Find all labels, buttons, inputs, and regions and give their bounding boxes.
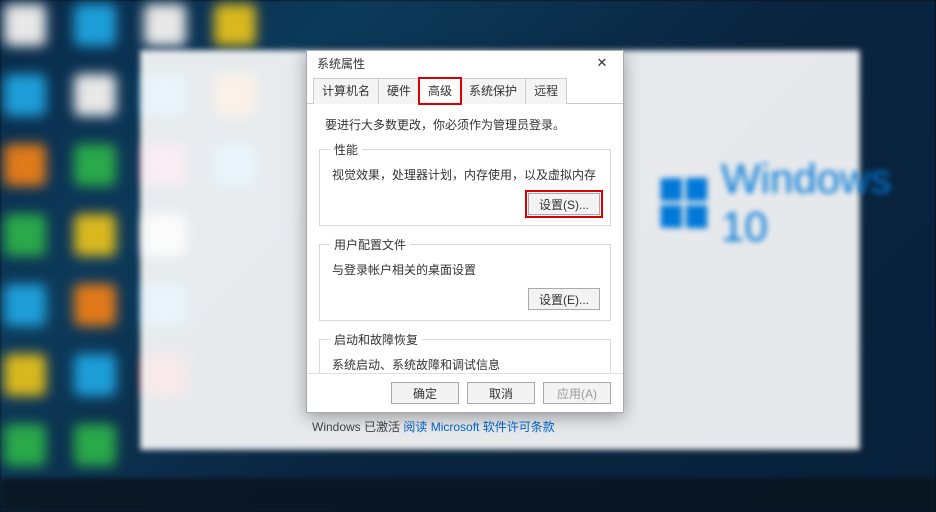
user-profiles-group: 用户配置文件 与登录帐户相关的桌面设置 设置(E)...: [319, 236, 611, 321]
dialog-content: 要进行大多数更改，你必须作为管理员登录。 性能 视觉效果，处理器计划，内存使用，…: [307, 104, 623, 373]
cancel-button[interactable]: 取消: [467, 382, 535, 404]
startup-recovery-group: 启动和故障恢复 系统启动、系统故障和调试信息 设置(T)...: [319, 331, 611, 373]
performance-legend: 性能: [330, 141, 362, 158]
windows-logo: Windows 10: [660, 155, 936, 251]
tab-remote[interactable]: 远程: [525, 78, 567, 104]
apply-button: 应用(A): [543, 382, 611, 404]
startup-recovery-legend: 启动和故障恢复: [330, 331, 422, 348]
tab-hardware[interactable]: 硬件: [378, 78, 420, 104]
activation-prefix: Windows 已激活: [312, 420, 403, 434]
performance-settings-button[interactable]: 设置(S)...: [528, 193, 600, 215]
tab-advanced[interactable]: 高级: [419, 78, 461, 104]
performance-desc: 视觉效果，处理器计划，内存使用，以及虚拟内存: [332, 166, 600, 183]
system-properties-dialog: 系统属性 ✕ 计算机名 硬件 高级 系统保护 远程 要进行大多数更改，你必须作为…: [306, 50, 624, 413]
tab-computer-name[interactable]: 计算机名: [313, 78, 379, 104]
startup-recovery-desc: 系统启动、系统故障和调试信息: [332, 356, 600, 373]
license-terms-link[interactable]: 阅读 Microsoft 软件许可条款: [403, 420, 554, 434]
close-icon[interactable]: ✕: [587, 53, 617, 73]
activation-status: Windows 已激活 阅读 Microsoft 软件许可条款: [312, 418, 555, 435]
dialog-title: 系统属性: [317, 55, 365, 72]
dialog-footer: 确定 取消 应用(A): [307, 373, 623, 412]
tab-system-protection[interactable]: 系统保护: [460, 78, 526, 104]
user-profiles-settings-button[interactable]: 设置(E)...: [528, 288, 600, 310]
user-profiles-desc: 与登录帐户相关的桌面设置: [332, 261, 600, 278]
admin-intro-text: 要进行大多数更改，你必须作为管理员登录。: [325, 116, 611, 133]
user-profiles-legend: 用户配置文件: [330, 236, 410, 253]
windows-brand-text: Windows 10: [721, 155, 936, 251]
ok-button[interactable]: 确定: [391, 382, 459, 404]
tab-strip: 计算机名 硬件 高级 系统保护 远程: [307, 77, 623, 104]
performance-group: 性能 视觉效果，处理器计划，内存使用，以及虚拟内存 设置(S)...: [319, 141, 611, 226]
dialog-titlebar: 系统属性 ✕: [307, 51, 623, 75]
